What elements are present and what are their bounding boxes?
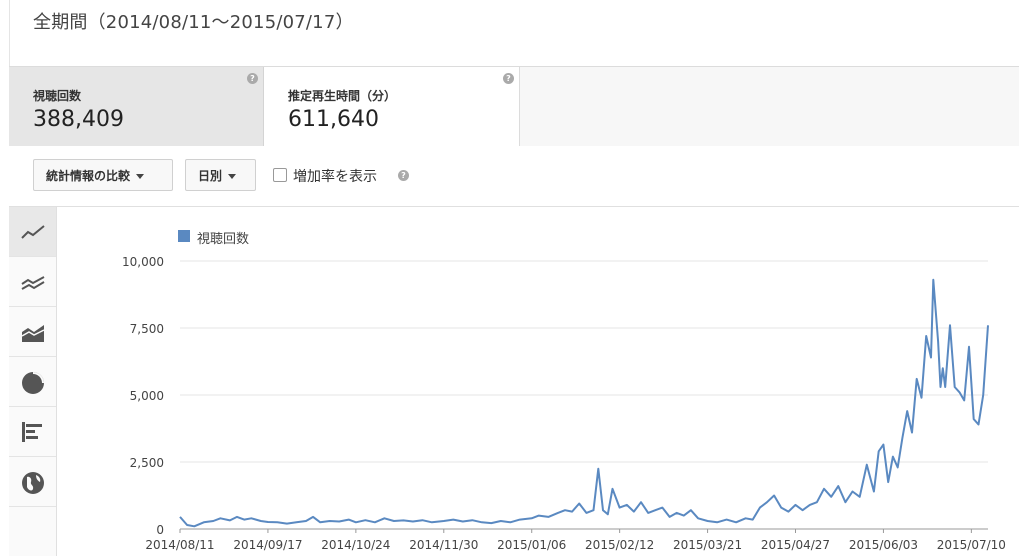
metric-tab-views[interactable]: 視聴回数 388,409 ? [9, 67, 264, 146]
metric-value: 611,640 [288, 107, 379, 132]
x-tick-label: 2014/10/24 [321, 538, 390, 552]
chart-controls: 統計情報の比較 日別 増加率を表示 ? [9, 146, 1019, 207]
area-chart-icon [21, 325, 45, 342]
x-tick-label: 2015/04/27 [761, 538, 830, 552]
metric-value: 388,409 [33, 107, 124, 132]
x-tick-label: 2014/08/11 [145, 538, 214, 552]
compare-metrics-button[interactable]: 統計情報の比較 [33, 159, 173, 191]
multi-line-chart-icon [21, 276, 45, 290]
geo-map-button[interactable] [9, 457, 56, 507]
bar-chart-icon [22, 422, 42, 442]
area-chart-button[interactable] [9, 307, 56, 357]
pie-chart-icon [22, 372, 44, 394]
chevron-down-icon [136, 174, 145, 179]
growth-rate-checkbox[interactable] [273, 168, 287, 182]
x-tick-label: 2014/09/17 [233, 538, 302, 552]
growth-rate-label[interactable]: 増加率を表示 [293, 166, 377, 186]
y-tick-label: 7,500 [130, 322, 164, 336]
page-title: 全期間（2014/08/11～2015/07/17） [33, 12, 354, 33]
y-tick-label: 10,000 [122, 255, 164, 269]
y-tick-label: 0 [156, 523, 164, 537]
metric-label: 推定再生時間（分） [288, 89, 397, 103]
metric-label: 視聴回数 [33, 89, 82, 103]
granularity-label: 日別 [198, 169, 223, 183]
x-tick-label: 2015/02/12 [585, 538, 654, 552]
title-bar: 全期間（2014/08/11～2015/07/17） [0, 0, 1019, 66]
y-tick-label: 2,500 [130, 456, 164, 470]
multi-line-chart-button[interactable] [9, 257, 56, 307]
chevron-down-icon [228, 174, 237, 179]
pie-chart-button[interactable] [9, 357, 56, 407]
metric-tabs: 視聴回数 388,409 ? 推定再生時間（分） 611,640 ? [9, 66, 1019, 147]
legend-label: 視聴回数 [197, 232, 250, 247]
legend-swatch [178, 230, 190, 242]
help-icon[interactable]: ? [398, 170, 409, 181]
x-tick-label: 2015/03/21 [673, 538, 742, 552]
globe-icon [22, 472, 44, 494]
y-tick-label: 5,000 [130, 389, 164, 403]
help-icon[interactable]: ? [247, 73, 258, 84]
x-tick-label: 2014/11/30 [409, 538, 478, 552]
line-chart: 0 2,500 5,000 7,500 10,000 2014/08/11 2014/09/… [122, 255, 1006, 552]
x-tick-label: 2015/01/06 [497, 538, 566, 552]
metric-tab-watch-time[interactable]: 推定再生時間（分） 611,640 ? [264, 67, 520, 146]
x-tick-label: 2015/06/03 [849, 538, 918, 552]
left-divider [9, 0, 10, 66]
x-tick-label: 2015/07/10 [937, 538, 1006, 552]
help-icon[interactable]: ? [503, 73, 514, 84]
compare-label: 統計情報の比較 [46, 169, 131, 183]
chart-type-selector [9, 207, 57, 556]
line-chart-icon [21, 225, 45, 239]
bar-chart-button[interactable] [9, 407, 56, 457]
views-chart: 0 2,500 5,000 7,500 10,000 2014/08/11 2014/09/… [57, 207, 1019, 556]
granularity-button[interactable]: 日別 [185, 159, 256, 191]
series-line-views [179, 278, 989, 528]
line-chart-button[interactable] [9, 207, 56, 257]
